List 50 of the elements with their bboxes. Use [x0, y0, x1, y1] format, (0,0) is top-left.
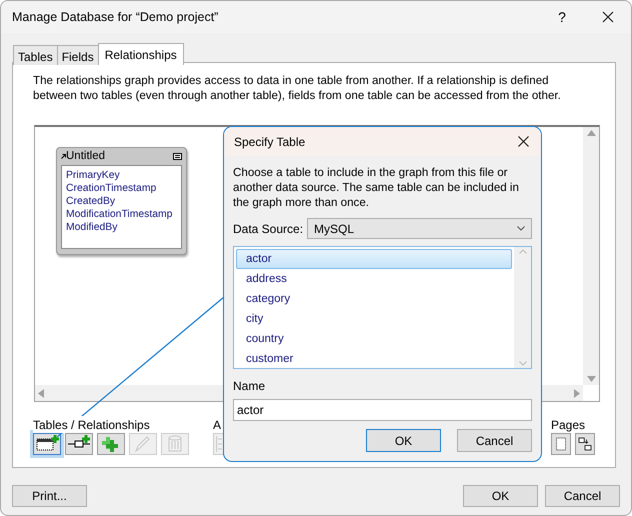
- table-list[interactable]: actor address category city country customer: [233, 246, 532, 369]
- field-name: CreationTimestamp: [66, 182, 156, 195]
- print-button[interactable]: Print...: [12, 485, 87, 507]
- up-arrow-icon: [586, 130, 596, 136]
- cancel-button[interactable]: Cancel: [457, 429, 532, 452]
- arrow-icon: [61, 154, 66, 159]
- table-node[interactable]: Untitled PrimaryKey CreationTimestamp CreatedBy ModificationTimestamp ModifiedBy: [56, 147, 187, 255]
- tab[interactable]: Relationships: [98, 43, 184, 65]
- ok-button[interactable]: OK: [366, 429, 441, 452]
- field-label: Data Source:: [233, 220, 304, 238]
- field-name: PrimaryKey: [66, 169, 120, 182]
- tab[interactable]: Fields: [56, 45, 99, 65]
- close-icon: [518, 136, 528, 147]
- down-chevron-icon: [518, 361, 526, 366]
- tool-button[interactable]: [33, 433, 61, 455]
- dialog-description: Choose a table to include in the graph from this file or another data source. The same table can be included in the graph more than once.: [233, 165, 520, 210]
- up-chevron-icon: [518, 249, 526, 254]
- field-name: ModificationTimestamp: [66, 208, 172, 221]
- chevron-down-icon: [517, 226, 525, 231]
- close-icon: [602, 11, 614, 23]
- group-label: Tables / Relationships: [33, 416, 150, 433]
- collapse-icon: [173, 153, 182, 160]
- list-item[interactable]: category: [236, 289, 512, 309]
- align-icon: [216, 436, 222, 452]
- vertical-scrollbar[interactable]: [583, 127, 599, 385]
- list-item[interactable]: country: [236, 329, 512, 349]
- ok-button[interactable]: OK: [463, 485, 538, 507]
- list-item[interactable]: customer: [236, 349, 512, 369]
- description-text: The relationships graph provides access to data in one table from another. If a relationship is defined between two tables (even through another table), fields from one table can be accessed from the other.: [33, 73, 562, 103]
- right-arrow-icon: [574, 388, 580, 398]
- tool-button[interactable]: [575, 433, 595, 455]
- list-item[interactable]: city: [236, 309, 512, 329]
- list-item[interactable]: actor: [236, 249, 512, 269]
- tool-button[interactable]: [65, 433, 93, 455]
- left-arrow-icon: [38, 388, 44, 398]
- scrollbar[interactable]: [514, 247, 531, 368]
- dialog-title: Specify Table: [234, 134, 306, 150]
- list-item[interactable]: address: [236, 269, 512, 289]
- data-source-dropdown[interactable]: MySQL: [307, 218, 532, 239]
- name-field[interactable]: actor: [233, 399, 532, 421]
- field-name: CreatedBy: [66, 195, 116, 208]
- table-name: Untitled: [66, 148, 106, 164]
- window-title: Manage Database for “Demo project”: [12, 8, 220, 26]
- cancel-button[interactable]: Cancel: [545, 485, 620, 507]
- tool-button[interactable]: [551, 433, 571, 455]
- help-button[interactable]: ?: [539, 6, 585, 28]
- field-name: ModifiedBy: [66, 221, 118, 234]
- down-arrow-icon: [586, 376, 596, 382]
- field-label: Name: [233, 378, 266, 395]
- tab[interactable]: Tables: [13, 45, 58, 65]
